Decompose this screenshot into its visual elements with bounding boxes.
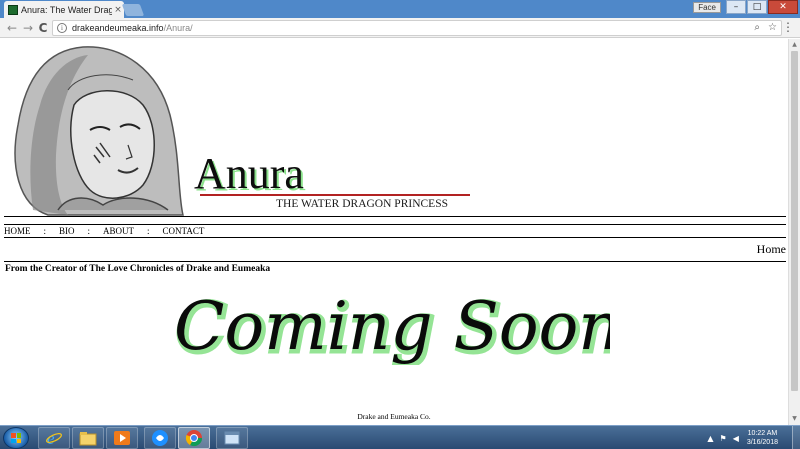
tray-icons: ▲ ⚑ ◀ [707, 434, 738, 443]
creator-tagline: From the Creator of The Love Chronicles … [5, 264, 271, 274]
breadcrumb: Home [756, 242, 786, 256]
scrollbar-thumb[interactable] [791, 51, 798, 391]
show-hidden-icons-icon[interactable]: ▲ [707, 434, 713, 443]
close-window-button[interactable]: ✕ [768, 0, 798, 14]
browser-tab[interactable]: Anura: The Water Dragon × [4, 1, 124, 18]
page-scrollbar[interactable]: ▲ ▼ [788, 39, 800, 425]
omnibox-actions: ⌕ ☆ [754, 22, 777, 33]
divider-nav-bottom [4, 237, 786, 238]
divider-top [4, 216, 786, 217]
tab-title: Anura: The Water Dragon [21, 4, 112, 15]
chrome-icon[interactable] [178, 427, 210, 449]
banner-title-rule [200, 194, 470, 196]
minimize-button[interactable]: – [726, 0, 746, 14]
banner-subtitle: THE WATER DRAGON PRINCESS [276, 198, 448, 210]
nav-separator: : [43, 226, 47, 236]
hooded-character-illustration [14, 46, 184, 216]
app-icon[interactable] [144, 427, 176, 449]
address-bar[interactable]: i drakeandeumeaka.info/Anura/ ⌕ ☆ [52, 20, 782, 36]
reload-button[interactable]: C [35, 20, 51, 36]
banner-title: Anura [194, 149, 304, 198]
new-tab-button[interactable] [121, 4, 145, 16]
volume-icon[interactable]: ◀ [733, 434, 739, 443]
media-player-icon[interactable] [106, 427, 138, 449]
bookmark-star-icon[interactable]: ☆ [768, 22, 777, 33]
windows-start-icon[interactable] [3, 427, 29, 449]
divider-content-top [4, 261, 786, 262]
nav-separator: : [87, 226, 91, 236]
profile-button[interactable]: Face [693, 1, 721, 13]
show-desktop-button[interactable] [792, 426, 800, 449]
window-icon[interactable] [216, 427, 248, 449]
coming-soon-text: Coming Soon [174, 288, 610, 365]
site-nav: HOME : BIO : ABOUT : CONTACT [4, 226, 204, 236]
divider-nav-top [4, 224, 786, 225]
url-text: drakeandeumeaka.info/Anura/ [72, 23, 193, 33]
browser-toolbar: ← → C i drakeandeumeaka.info/Anura/ ⌕ ☆ … [0, 18, 800, 38]
url-host: drakeandeumeaka.info [72, 23, 164, 33]
clock-date: 3/16/2018 [746, 439, 778, 446]
network-flag-icon[interactable]: ⚑ [720, 434, 727, 443]
internet-explorer-icon[interactable]: e [38, 427, 70, 449]
scroll-up-arrow-icon[interactable]: ▲ [789, 39, 800, 51]
file-explorer-icon[interactable] [72, 427, 104, 449]
web-page: Anura Anura THE WATER DRAGON PRINCESS HO… [0, 39, 788, 425]
nav-link-contact[interactable]: CONTACT [163, 226, 205, 236]
page-footer: Drake and Eumeaka Co. [357, 412, 431, 421]
site-info-icon[interactable]: i [57, 23, 67, 33]
nav-link-home[interactable]: HOME [4, 226, 31, 236]
site-banner: Anura Anura THE WATER DRAGON PRINCESS [14, 46, 470, 216]
back-button[interactable]: ← [4, 20, 20, 36]
system-tray: ▲ ⚑ ◀ 10:22 AM 3/16/2018 [707, 426, 800, 449]
coming-soon-graphic: Coming Soon Coming Soon [174, 288, 611, 366]
url-path: /Anura/ [163, 23, 193, 33]
nav-link-about[interactable]: ABOUT [103, 226, 134, 236]
nav-separator: : [147, 226, 150, 236]
system-clock[interactable]: 10:22 AM 3/16/2018 [747, 429, 778, 447]
browser-menu-icon[interactable]: ⋮ [782, 20, 794, 34]
maximize-button[interactable]: □ [747, 0, 767, 14]
forward-button[interactable]: → [20, 20, 36, 36]
nav-link-bio[interactable]: BIO [59, 226, 75, 236]
zoom-icon[interactable]: ⌕ [754, 22, 760, 33]
scroll-down-arrow-icon[interactable]: ▼ [789, 413, 800, 425]
site-favicon-icon [8, 4, 18, 15]
windows-logo-icon [11, 433, 21, 443]
windows-taskbar: e ▲ ⚑ ◀ 10:22 AM 3/16/2018 [0, 425, 800, 449]
clock-time: 10:22 AM [747, 430, 778, 437]
window-controls: Face – □ ✕ [693, 0, 798, 14]
browser-titlebar: Anura: The Water Dragon × Face – □ ✕ [0, 0, 800, 18]
